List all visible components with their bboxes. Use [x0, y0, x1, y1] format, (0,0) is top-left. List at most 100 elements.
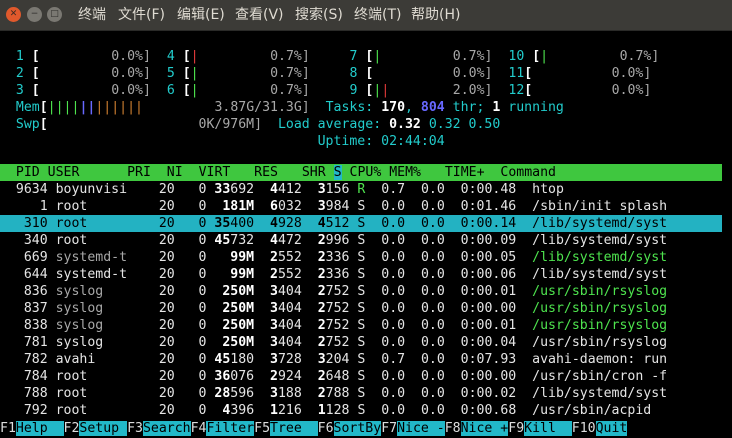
col-cpu[interactable]: CPU% [350, 165, 382, 180]
process-table-header[interactable]: PID USER PRI NI VIRT RES SHR S CPU% MEM%… [0, 164, 722, 181]
close-window-button[interactable]: ✕ [6, 7, 21, 22]
command-cell: htop [532, 182, 564, 197]
process-row[interactable]: 836 syslog 20 0 250M 3404 2752 S 0.0 0.0… [0, 283, 722, 300]
fkey-label[interactable]: Search [142, 421, 191, 436]
col-pid[interactable]: PID [0, 165, 40, 180]
minimize-window-button[interactable]: − [27, 7, 42, 22]
user-cell: root [55, 369, 128, 384]
fkey-f10[interactable]: F10 [572, 421, 596, 436]
time-cell: 93 [500, 352, 517, 367]
command-cell: /usr/sbin/rsyslog [532, 318, 668, 333]
cpu-mem-cell: 0.0 0.0 [365, 318, 461, 333]
cpu-mem-cell: 0.0 0.0 [365, 216, 461, 231]
col-mem[interactable]: MEM% [389, 165, 421, 180]
menu-search[interactable]: 搜索(S) [295, 0, 343, 30]
col-shr[interactable]: SHR [302, 165, 326, 180]
menu-help[interactable]: 帮助(H) [411, 0, 460, 30]
pid-cell: 781 [0, 335, 48, 350]
process-row[interactable]: 838 syslog 20 0 250M 3404 2752 S 0.0 0.0… [0, 317, 722, 334]
virt-cell: 596 [230, 386, 255, 401]
res-cell: 412 [277, 182, 302, 197]
command-cell: /lib/systemd/syst [532, 216, 668, 231]
col-pri[interactable]: PRI [127, 165, 151, 180]
command-cell: /lib/systemd/syst [532, 267, 668, 282]
fkey-label[interactable]: Setup [79, 421, 128, 436]
res-cell: 216 [277, 403, 302, 418]
pid-cell: 669 [0, 250, 48, 265]
fkey-f4[interactable]: F4 [191, 421, 207, 436]
process-row[interactable]: 792 root 20 0 4396 1216 1128 S 0.0 0.0 0… [0, 402, 722, 419]
process-row[interactable]: 310 root 20 0 35400 4928 4512 S 0.0 0.0 … [0, 215, 722, 232]
virt-cell: 400 [230, 216, 255, 231]
virt-cell: 250M [222, 301, 255, 316]
fkey-f1[interactable]: F1 [0, 421, 16, 436]
menu-file[interactable]: 文件(F) [118, 0, 165, 30]
pri-ni-cell: 20 0 [127, 233, 215, 248]
res-cell: 188 [277, 386, 302, 401]
process-row[interactable]: 837 syslog 20 0 250M 3404 2752 S 0.0 0.0… [0, 300, 722, 317]
cpu-mem-cell: 0.0 0.0 [365, 403, 461, 418]
fkey-f9[interactable]: F9 [508, 421, 524, 436]
shr-cell: 996 [325, 233, 350, 248]
virt-cell: 250M [222, 335, 255, 350]
fkey-f2[interactable]: F2 [64, 421, 80, 436]
pri-ni-cell: 20 0 [127, 369, 215, 384]
col-ni[interactable]: NI [167, 165, 183, 180]
col-virt[interactable]: VIRT [199, 165, 231, 180]
fkey-label[interactable]: Filter [206, 421, 255, 436]
time-cell: 46 [500, 199, 517, 214]
col-user[interactable]: USER [48, 165, 80, 180]
fkey-label[interactable]: Nice - [397, 421, 445, 436]
col-res[interactable]: RES [254, 165, 278, 180]
process-row[interactable]: 644 systemd-t 20 0 99M 2552 2336 S 0.0 0… [0, 266, 722, 283]
time-cell: 06 [500, 267, 517, 282]
menu-view[interactable]: 查看(V) [235, 0, 284, 30]
col-state[interactable]: S [333, 165, 342, 180]
terminal-area[interactable]: 1 [ 0.0%] 4 [| 0.7%] 7 [| 0.7%] 10 [| 0.… [0, 31, 732, 438]
fkey-label[interactable]: Kill [524, 421, 572, 436]
fkey-f5[interactable]: F5 [254, 421, 270, 436]
user-cell: syslog [55, 335, 128, 350]
process-row[interactable]: 669 systemd-t 20 0 99M 2552 2336 S 0.0 0… [0, 249, 722, 266]
fkey-label[interactable]: SortBy [333, 421, 382, 436]
col-time[interactable]: TIME+ [445, 165, 485, 180]
command-cell: /usr/sbin/rsyslog [532, 335, 668, 350]
process-row[interactable]: 9634 boyunvisi 20 0 33692 4412 3156 R 0.… [0, 181, 722, 198]
pri-ni-cell: 20 0 [127, 352, 215, 367]
user-cell: systemd-t [55, 267, 128, 282]
res-cell: 032 [277, 199, 302, 214]
fkey-label[interactable]: Tree [270, 421, 318, 436]
cpu-mem-cell: 0.0 0.0 [365, 335, 461, 350]
maximize-window-button[interactable]: □ [47, 7, 62, 22]
fkey-f8[interactable]: F8 [445, 421, 461, 436]
pri-ni-cell: 20 0 [127, 182, 215, 197]
shr-cell: 984 [325, 199, 350, 214]
fkey-f3[interactable]: F3 [127, 421, 143, 436]
menu-terminal[interactable]: 终端(T) [354, 0, 401, 30]
shr-cell: 512 [325, 216, 350, 231]
menu-edit[interactable]: 编辑(E) [177, 0, 225, 30]
cpu-mem-cell: 0.0 0.0 [365, 369, 461, 384]
cpu-mem-cell: 0.0 0.0 [365, 250, 461, 265]
cpu-mem-cell: 0.0 0.0 [365, 386, 461, 401]
fkey-f6[interactable]: F6 [318, 421, 334, 436]
process-row[interactable]: 340 root 20 0 45732 4472 2996 S 0.0 0.0 … [0, 232, 722, 249]
time-cell: 68 [500, 403, 517, 418]
process-row[interactable]: 784 root 20 0 36076 2924 2648 S 0.0 0.0 … [0, 368, 722, 385]
menu-terminal-app[interactable]: 终端 [78, 0, 106, 30]
command-cell: /usr/sbin/rsyslog [532, 284, 668, 299]
col-command[interactable]: Command [500, 165, 556, 180]
process-row[interactable]: 782 avahi 20 0 45180 3728 3204 S 0.7 0.0… [0, 351, 722, 368]
fkey-label[interactable]: Help [15, 421, 64, 436]
pid-cell: 340 [0, 233, 48, 248]
process-row[interactable]: 781 syslog 20 0 250M 3404 2752 S 0.0 0.0… [0, 334, 722, 351]
process-row[interactable]: 788 root 20 0 28596 3188 2788 S 0.0 0.0 … [0, 385, 722, 402]
process-row[interactable]: 1 root 20 0 181M 6032 3984 S 0.0 0.0 0:0… [0, 198, 722, 215]
fkey-label[interactable]: Nice + [460, 421, 509, 436]
pid-cell: 9634 [0, 182, 48, 197]
res-cell: 404 [277, 318, 302, 333]
user-cell: systemd-t [55, 250, 128, 265]
fkey-f7[interactable]: F7 [381, 421, 397, 436]
fkey-label[interactable]: Quit [595, 421, 628, 436]
shr-cell: 156 [325, 182, 350, 197]
